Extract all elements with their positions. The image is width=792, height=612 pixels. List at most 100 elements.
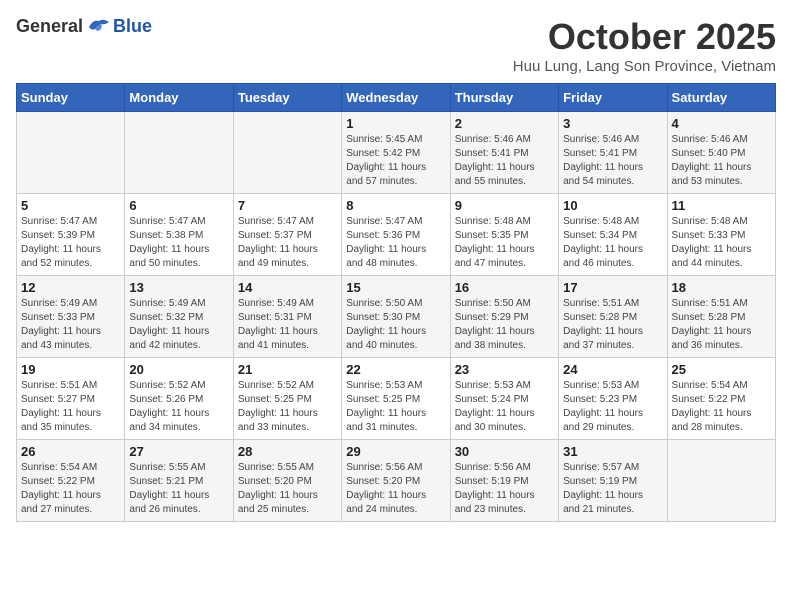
calendar-cell: 6 Sunrise: 5:47 AM Sunset: 5:38 PM Daylig… bbox=[125, 194, 233, 276]
day-info: Sunrise: 5:47 AM Sunset: 5:37 PM Dayligh… bbox=[238, 215, 337, 271]
calendar-cell: 11 Sunrise: 5:48 AM Sunset: 5:33 PM Dayli… bbox=[667, 194, 775, 276]
day-info: Sunrise: 5:49 AM Sunset: 5:33 PM Dayligh… bbox=[21, 297, 120, 353]
calendar-cell: 4 Sunrise: 5:46 AM Sunset: 5:40 PM Daylig… bbox=[667, 112, 775, 194]
day-info: Sunrise: 5:53 AM Sunset: 5:24 PM Dayligh… bbox=[455, 379, 554, 435]
calendar-cell bbox=[125, 112, 233, 194]
calendar-cell: 16 Sunrise: 5:50 AM Sunset: 5:29 PM Dayli… bbox=[450, 276, 558, 358]
calendar-cell: 26 Sunrise: 5:54 AM Sunset: 5:22 PM Dayli… bbox=[17, 440, 125, 522]
page-header: General Blue October 2025 Huu Lung, Lang… bbox=[16, 16, 776, 75]
day-number: 12 bbox=[21, 280, 120, 295]
day-number: 31 bbox=[563, 444, 662, 459]
day-info: Sunrise: 5:55 AM Sunset: 5:21 PM Dayligh… bbox=[129, 461, 228, 517]
day-number: 3 bbox=[563, 116, 662, 131]
weekday-header-sunday: Sunday bbox=[17, 84, 125, 112]
day-info: Sunrise: 5:52 AM Sunset: 5:25 PM Dayligh… bbox=[238, 379, 337, 435]
day-number: 29 bbox=[346, 444, 445, 459]
calendar-week-3: 12 Sunrise: 5:49 AM Sunset: 5:33 PM Dayli… bbox=[17, 276, 776, 358]
day-number: 19 bbox=[21, 362, 120, 377]
calendar-cell: 9Sunrise: 5:48 AM Sunset: 5:35 PM Daylig… bbox=[450, 194, 558, 276]
calendar-week-4: 19 Sunrise: 5:51 AM Sunset: 5:27 PM Dayli… bbox=[17, 358, 776, 440]
day-info: Sunrise: 5:54 AM Sunset: 5:22 PM Dayligh… bbox=[672, 379, 771, 435]
day-number: 11 bbox=[672, 198, 771, 213]
weekday-header-wednesday: Wednesday bbox=[342, 84, 450, 112]
day-number: 4 bbox=[672, 116, 771, 131]
weekday-header-monday: Monday bbox=[125, 84, 233, 112]
day-number: 30 bbox=[455, 444, 554, 459]
calendar-cell bbox=[17, 112, 125, 194]
day-info: Sunrise: 5:56 AM Sunset: 5:20 PM Dayligh… bbox=[346, 461, 445, 517]
day-number: 2 bbox=[455, 116, 554, 131]
calendar-table: SundayMondayTuesdayWednesdayThursdayFrid… bbox=[16, 83, 776, 522]
day-number: 6 bbox=[129, 198, 228, 213]
calendar-cell: 3Sunrise: 5:46 AM Sunset: 5:41 PM Daylig… bbox=[559, 112, 667, 194]
weekday-header-row: SundayMondayTuesdayWednesdayThursdayFrid… bbox=[17, 84, 776, 112]
calendar-week-5: 26 Sunrise: 5:54 AM Sunset: 5:22 PM Dayli… bbox=[17, 440, 776, 522]
day-info: Sunrise: 5:52 AM Sunset: 5:26 PM Dayligh… bbox=[129, 379, 228, 435]
day-info: Sunrise: 5:53 AM Sunset: 5:23 PM Dayligh… bbox=[563, 379, 662, 435]
month-title: October 2025 bbox=[513, 16, 776, 58]
calendar-cell: 7Sunrise: 5:47 AM Sunset: 5:37 PM Daylig… bbox=[233, 194, 341, 276]
calendar-cell: 24 Sunrise: 5:53 AM Sunset: 5:23 PM Dayli… bbox=[559, 358, 667, 440]
day-number: 15 bbox=[346, 280, 445, 295]
day-info: Sunrise: 5:46 AM Sunset: 5:40 PM Dayligh… bbox=[672, 133, 771, 189]
day-number: 10 bbox=[563, 198, 662, 213]
day-number: 5 bbox=[21, 198, 120, 213]
calendar-cell: 31 Sunrise: 5:57 AM Sunset: 5:19 PM Dayli… bbox=[559, 440, 667, 522]
calendar-cell: 18Sunrise: 5:51 AM Sunset: 5:28 PM Dayli… bbox=[667, 276, 775, 358]
logo-blue: Blue bbox=[113, 16, 152, 37]
day-info: Sunrise: 5:46 AM Sunset: 5:41 PM Dayligh… bbox=[455, 133, 554, 189]
logo-general: General bbox=[16, 16, 83, 37]
day-info: Sunrise: 5:45 AM Sunset: 5:42 PM Dayligh… bbox=[346, 133, 445, 189]
day-info: Sunrise: 5:54 AM Sunset: 5:22 PM Dayligh… bbox=[21, 461, 120, 517]
day-number: 27 bbox=[129, 444, 228, 459]
day-info: Sunrise: 5:48 AM Sunset: 5:33 PM Dayligh… bbox=[672, 215, 771, 271]
calendar-cell: 27 Sunrise: 5:55 AM Sunset: 5:21 PM Dayli… bbox=[125, 440, 233, 522]
calendar-cell: 8 Sunrise: 5:47 AM Sunset: 5:36 PM Daylig… bbox=[342, 194, 450, 276]
calendar-cell: 14 Sunrise: 5:49 AM Sunset: 5:31 PM Dayli… bbox=[233, 276, 341, 358]
calendar-cell: 17Sunrise: 5:51 AM Sunset: 5:28 PM Dayli… bbox=[559, 276, 667, 358]
day-number: 22 bbox=[346, 362, 445, 377]
day-number: 9 bbox=[455, 198, 554, 213]
weekday-header-thursday: Thursday bbox=[450, 84, 558, 112]
calendar-cell: 19 Sunrise: 5:51 AM Sunset: 5:27 PM Dayli… bbox=[17, 358, 125, 440]
day-info: Sunrise: 5:57 AM Sunset: 5:19 PM Dayligh… bbox=[563, 461, 662, 517]
day-number: 8 bbox=[346, 198, 445, 213]
calendar-cell: 21 Sunrise: 5:52 AM Sunset: 5:25 PM Dayli… bbox=[233, 358, 341, 440]
day-info: Sunrise: 5:49 AM Sunset: 5:31 PM Dayligh… bbox=[238, 297, 337, 353]
day-number: 25 bbox=[672, 362, 771, 377]
day-info: Sunrise: 5:47 AM Sunset: 5:39 PM Dayligh… bbox=[21, 215, 120, 271]
day-number: 26 bbox=[21, 444, 120, 459]
calendar-cell: 30Sunrise: 5:56 AM Sunset: 5:19 PM Dayli… bbox=[450, 440, 558, 522]
day-info: Sunrise: 5:48 AM Sunset: 5:34 PM Dayligh… bbox=[563, 215, 662, 271]
weekday-header-saturday: Saturday bbox=[667, 84, 775, 112]
calendar-cell: 12 Sunrise: 5:49 AM Sunset: 5:33 PM Dayli… bbox=[17, 276, 125, 358]
day-number: 20 bbox=[129, 362, 228, 377]
weekday-header-tuesday: Tuesday bbox=[233, 84, 341, 112]
day-info: Sunrise: 5:47 AM Sunset: 5:38 PM Dayligh… bbox=[129, 215, 228, 271]
logo: General Blue bbox=[16, 16, 152, 37]
calendar-cell: 22 Sunrise: 5:53 AM Sunset: 5:25 PM Dayli… bbox=[342, 358, 450, 440]
day-number: 17 bbox=[563, 280, 662, 295]
day-info: Sunrise: 5:53 AM Sunset: 5:25 PM Dayligh… bbox=[346, 379, 445, 435]
calendar-cell: 20 Sunrise: 5:52 AM Sunset: 5:26 PM Dayli… bbox=[125, 358, 233, 440]
day-info: Sunrise: 5:50 AM Sunset: 5:29 PM Dayligh… bbox=[455, 297, 554, 353]
calendar-cell: 23Sunrise: 5:53 AM Sunset: 5:24 PM Dayli… bbox=[450, 358, 558, 440]
day-info: Sunrise: 5:47 AM Sunset: 5:36 PM Dayligh… bbox=[346, 215, 445, 271]
day-info: Sunrise: 5:55 AM Sunset: 5:20 PM Dayligh… bbox=[238, 461, 337, 517]
day-number: 24 bbox=[563, 362, 662, 377]
day-info: Sunrise: 5:49 AM Sunset: 5:32 PM Dayligh… bbox=[129, 297, 228, 353]
day-number: 1 bbox=[346, 116, 445, 131]
day-number: 13 bbox=[129, 280, 228, 295]
day-info: Sunrise: 5:51 AM Sunset: 5:27 PM Dayligh… bbox=[21, 379, 120, 435]
day-number: 14 bbox=[238, 280, 337, 295]
day-number: 16 bbox=[455, 280, 554, 295]
logo-bird-icon bbox=[87, 17, 111, 37]
title-block: October 2025 Huu Lung, Lang Son Province… bbox=[513, 16, 776, 75]
calendar-cell: 13 Sunrise: 5:49 AM Sunset: 5:32 PM Dayli… bbox=[125, 276, 233, 358]
day-info: Sunrise: 5:50 AM Sunset: 5:30 PM Dayligh… bbox=[346, 297, 445, 353]
day-number: 21 bbox=[238, 362, 337, 377]
calendar-cell bbox=[667, 440, 775, 522]
calendar-cell: 29 Sunrise: 5:56 AM Sunset: 5:20 PM Dayli… bbox=[342, 440, 450, 522]
weekday-header-friday: Friday bbox=[559, 84, 667, 112]
calendar-week-2: 5 Sunrise: 5:47 AM Sunset: 5:39 PM Daylig… bbox=[17, 194, 776, 276]
